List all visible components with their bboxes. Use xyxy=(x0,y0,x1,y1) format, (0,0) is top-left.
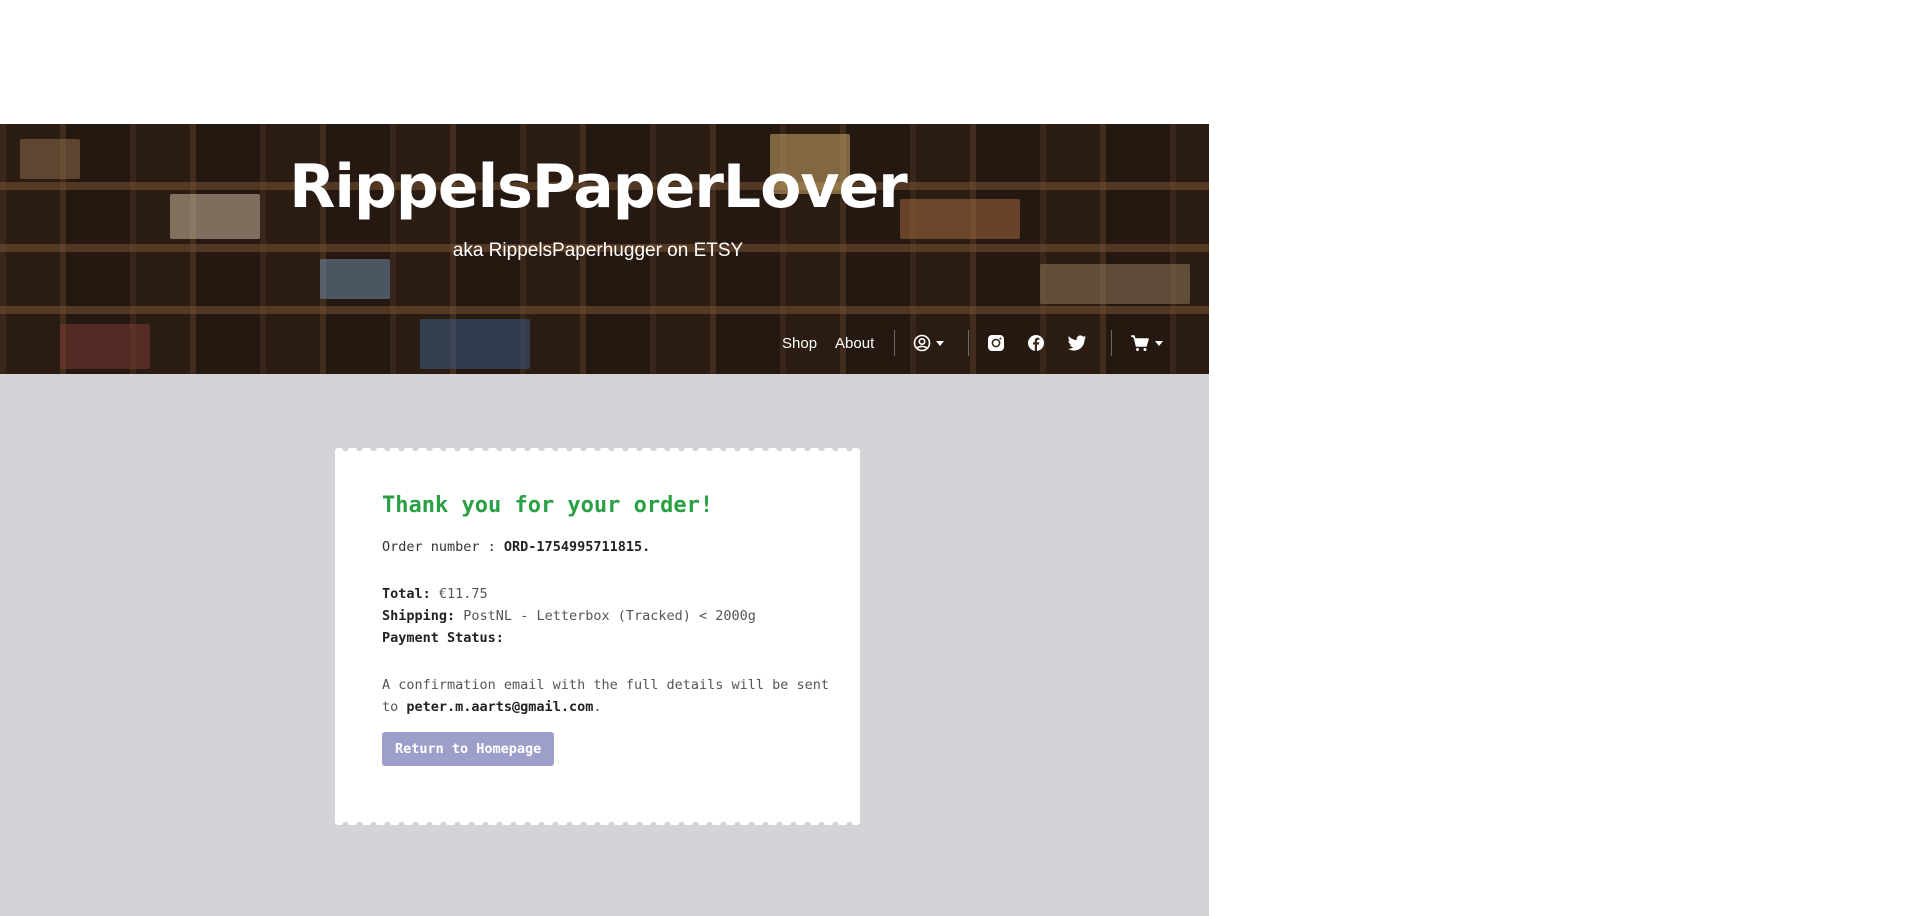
confirmation-heading: Thank you for your order! xyxy=(382,493,714,518)
facebook-icon xyxy=(1028,335,1045,351)
header-banner: RippelsPaperLover aka RippelsPaperhugger… xyxy=(0,124,1209,374)
order-number-label: Order number : xyxy=(382,539,504,555)
site-subtitle: aka RippelsPaperhugger on ETSY xyxy=(452,240,744,261)
payment-status-line: Payment Status: xyxy=(382,627,832,649)
confirmation-email-text: A confirmation email with the full detai… xyxy=(382,674,832,718)
account-icon xyxy=(913,334,931,352)
chevron-down-icon xyxy=(936,340,945,346)
nav-divider xyxy=(894,330,896,356)
nav-about-link[interactable]: About xyxy=(835,335,874,352)
shelf-item xyxy=(60,324,150,369)
order-confirmation-card: Thank you for your order! Order number :… xyxy=(335,448,860,825)
facebook-link[interactable] xyxy=(1027,334,1045,352)
shelf-item xyxy=(1040,264,1190,304)
twitter-icon xyxy=(1068,335,1087,351)
nav-divider xyxy=(968,330,970,356)
twitter-link[interactable] xyxy=(1067,334,1087,352)
shelf-item xyxy=(320,259,390,299)
confirmation-text-end: . xyxy=(593,699,602,715)
payment-status-label: Payment Status: xyxy=(382,630,504,646)
shipping-line: Shipping: PostNL - Letterbox (Tracked) <… xyxy=(382,605,832,627)
nav-divider xyxy=(1111,330,1113,356)
chevron-down-icon xyxy=(1155,340,1164,346)
instagram-icon xyxy=(988,335,1005,351)
shipping-label: Shipping: xyxy=(382,608,456,624)
return-to-homepage-button[interactable]: Return to Homepage xyxy=(382,732,555,766)
total-value: €11.75 xyxy=(438,586,488,602)
total-line: Total: €11.75 xyxy=(382,583,832,605)
total-label: Total: xyxy=(382,586,431,602)
cart-menu-button[interactable] xyxy=(1130,334,1164,352)
shelf-item xyxy=(420,319,530,369)
site-title[interactable]: RippelsPaperLover xyxy=(0,152,1196,222)
order-number-value: ORD-1754995711815. xyxy=(503,539,651,555)
main-nav: Shop About xyxy=(782,328,1164,358)
page-background: RippelsPaperLover aka RippelsPaperhugger… xyxy=(0,124,1209,916)
account-menu-button[interactable] xyxy=(913,334,945,352)
shipping-value: PostNL - Letterbox (Tracked) < 2000g xyxy=(463,608,756,624)
nav-shop-link[interactable]: Shop xyxy=(782,335,817,352)
shelf-decoration xyxy=(0,306,1209,314)
order-number-line: Order number : ORD-1754995711815. xyxy=(382,536,832,558)
cart-icon xyxy=(1131,335,1150,351)
instagram-link[interactable] xyxy=(987,334,1005,352)
customer-email: peter.m.aarts@gmail.com xyxy=(406,699,594,715)
